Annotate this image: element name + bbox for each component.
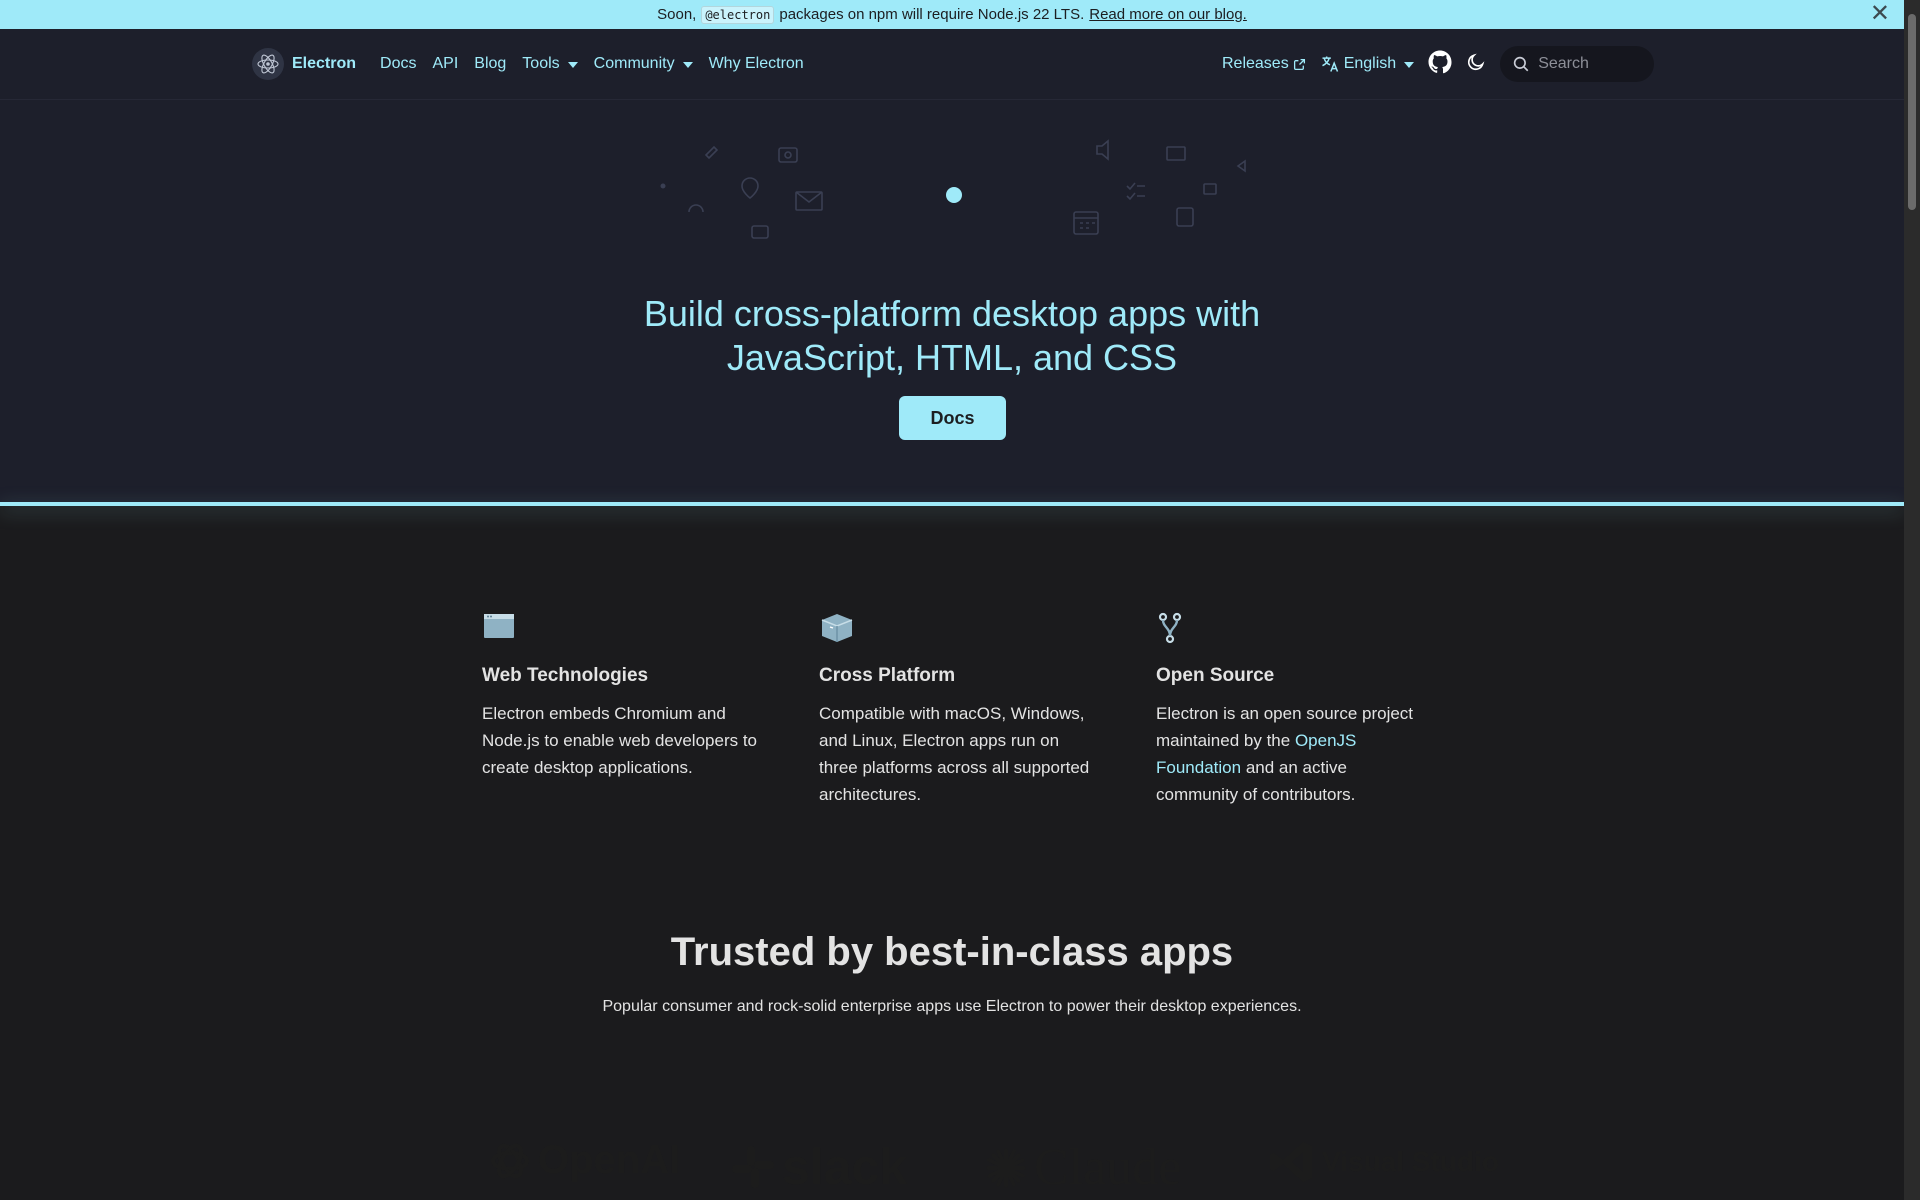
announcement-code: @electron: [701, 5, 775, 24]
nav-docs[interactable]: Docs: [380, 55, 416, 73]
search-icon: [1513, 56, 1529, 72]
app-logos-carousel: OpenAI slack Claude Visual Studio C: [488, 1138, 1500, 1200]
git-fork-icon: [1156, 612, 1431, 648]
logo-openai-text: OpenAI: [538, 1138, 681, 1182]
github-icon[interactable]: [1428, 50, 1452, 79]
nav-community-dropdown[interactable]: Community: [594, 55, 693, 73]
hero-app-icons-illustration: [660, 139, 1246, 239]
navbar: Electron Docs API Blog Tools Community W…: [0, 29, 1904, 100]
announcement-prefix: Soon,: [657, 6, 697, 23]
announcement-text: packages on npm will require Node.js 22 …: [779, 6, 1085, 23]
brand-name: Electron: [292, 55, 357, 72]
language-label: English: [1343, 55, 1397, 72]
feature-open-source: Open Source Electron is an open source p…: [1156, 612, 1431, 808]
trusted-title: Trusted by best-in-class apps: [670, 930, 1234, 974]
translate-icon: [1321, 56, 1338, 72]
announcement-blog-link[interactable]: Read more on our blog.: [1089, 6, 1247, 23]
announcement-bar: Soon, @electron packages on npm will req…: [0, 0, 1904, 29]
feature-title: Cross Platform: [819, 665, 956, 686]
logo-openai: OpenAI: [488, 1138, 680, 1183]
browser-window-icon: [482, 612, 757, 648]
hero: Build cross-platform desktop apps with J…: [0, 100, 1904, 502]
nav-blog[interactable]: Blog: [474, 55, 506, 73]
nav-left: Electron Docs API Blog Tools Community W…: [252, 29, 804, 99]
external-link-icon: [1293, 58, 1305, 70]
slack-logo-icon: [732, 1146, 774, 1188]
scrollbar-thumb[interactable]: [1908, 14, 1916, 210]
logo-slack: slack: [730, 1138, 907, 1196]
logo-claude-text: Claude: [1034, 1139, 1182, 1196]
hero-docs-button[interactable]: Docs: [899, 396, 1006, 440]
brand-link[interactable]: Electron: [252, 48, 356, 80]
nav-releases[interactable]: Releases: [1222, 55, 1306, 73]
nav-why-electron[interactable]: Why Electron: [709, 55, 804, 73]
package-box-icon: [819, 612, 1094, 648]
nav-api[interactable]: API: [432, 55, 458, 73]
page-scrollbar[interactable]: [1904, 0, 1920, 1200]
electron-logo-icon: [252, 48, 284, 80]
chevron-down-icon: [682, 62, 693, 68]
feature-text: Electron is an open source project maint…: [1156, 700, 1431, 808]
hero-title-line-2: JavaScript, HTML, and CSS: [726, 337, 1178, 378]
search-input[interactable]: [1538, 55, 1649, 73]
nav-releases-label: Releases: [1222, 55, 1289, 72]
nav-right: Releases English: [1222, 29, 1655, 99]
feature-title: Web Technologies: [482, 665, 649, 686]
nav-community-label: Community: [593, 55, 675, 72]
nav-tools-dropdown[interactable]: Tools: [522, 55, 578, 73]
nav-tools-label: Tools: [522, 55, 560, 72]
logo-vscode-text: Visual Studio C: [1322, 1146, 1500, 1177]
vscode-logo-icon: [1270, 1142, 1312, 1182]
language-dropdown[interactable]: English: [1320, 54, 1415, 74]
dark-mode-toggle-icon[interactable]: [1466, 52, 1486, 77]
feature-cross-platform: Cross Platform Compatible with macOS, Wi…: [819, 612, 1094, 808]
logo-visual-studio-code: Visual Studio C: [1268, 1138, 1500, 1186]
trusted-subtitle: Popular consumer and rock-solid enterpri…: [602, 998, 1302, 1015]
feature-text-before: Electron is an open source project maint…: [1156, 704, 1414, 750]
chevron-down-icon: [567, 62, 578, 68]
logo-claude: Claude: [984, 1138, 1181, 1197]
feature-web-technologies: Web Technologies Electron embeds Chromiu…: [482, 612, 757, 781]
chevron-down-icon: [1404, 62, 1415, 68]
hero-divider: [0, 502, 1904, 506]
hero-title: Build cross-platform desktop apps with J…: [552, 292, 1352, 380]
search-box[interactable]: [1500, 46, 1655, 82]
feature-text: Electron embeds Chromium and Node.js to …: [482, 704, 758, 777]
feature-text: Compatible with macOS, Windows, and Linu…: [819, 704, 1090, 804]
hero-title-line-1: Build cross-platform desktop apps with: [643, 293, 1261, 334]
logo-slack-text: slack: [782, 1139, 908, 1195]
feature-title: Open Source: [1156, 665, 1275, 686]
close-icon[interactable]: ✕: [1870, 2, 1890, 26]
openai-logo-icon: [491, 1143, 529, 1178]
claude-logo-icon: [986, 1147, 1026, 1188]
